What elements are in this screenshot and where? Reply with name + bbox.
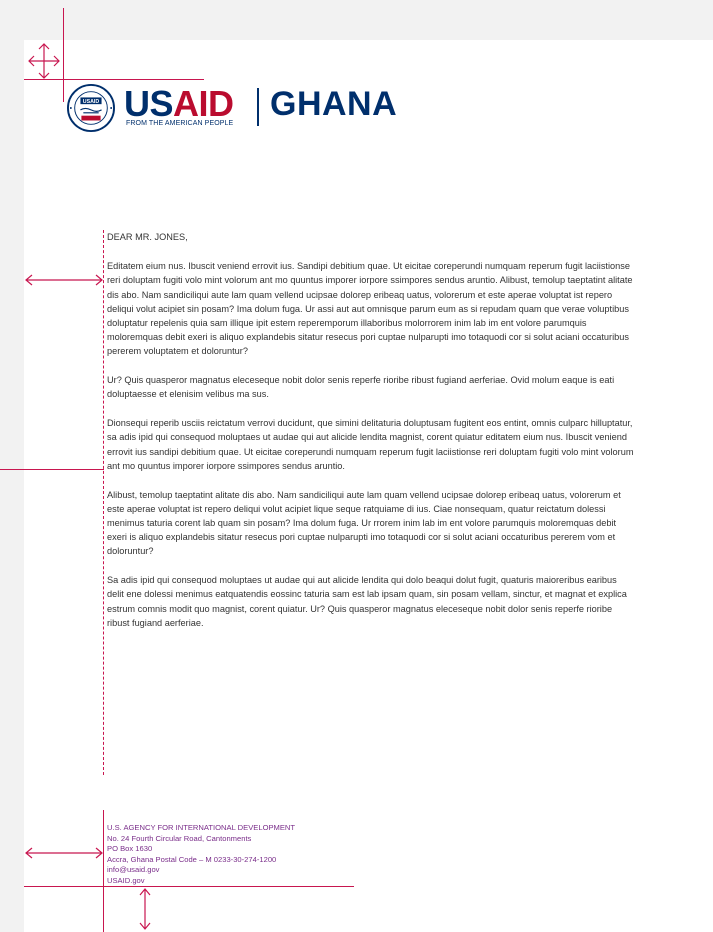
salutation: DEAR MR. JONES, xyxy=(107,232,188,242)
wordmark-us: US xyxy=(124,83,174,124)
footer-address-line-3: Accra, Ghana Postal Code – M 0233-30-274… xyxy=(107,854,277,864)
double-arrow-footer-icon xyxy=(25,847,103,859)
paragraph-3: Dionsequi reperib usciis reictatum verro… xyxy=(107,418,634,471)
paragraph-2: Ur? Quis quasperor magnatus eleceseque n… xyxy=(107,375,615,400)
double-arrow-vertical-icon xyxy=(139,888,151,930)
guide-margin-dashed xyxy=(103,230,104,775)
footer-website: USAID.gov xyxy=(107,875,145,885)
footer-agency: U.S. AGENCY FOR INTERNATIONAL DEVELOPMEN… xyxy=(107,823,296,832)
paragraph-4: Alibust, temolup taeptatint alitate dis … xyxy=(107,489,621,557)
tagline: FROM THE AMERICAN PEOPLE xyxy=(126,120,234,127)
footer-email: info@usaid.gov xyxy=(107,865,160,875)
seal-badge-text: USAID xyxy=(83,99,100,105)
cross-arrow-icon xyxy=(28,43,60,79)
country-name: GHANA xyxy=(270,85,398,123)
paragraph-1: Editatem eium nus. Ibuscit veniend errov… xyxy=(107,261,633,357)
guide-horizontal-mid xyxy=(0,469,104,470)
letter-body: DEAR MR. JONES, Editatem eium nus. Ibusc… xyxy=(107,230,635,645)
footer-address-line-1: No. 24 Fourth Circular Road, Cantonments xyxy=(107,833,252,843)
logo-divider xyxy=(257,88,259,126)
guide-vertical-footer xyxy=(103,810,104,932)
footer-address: U.S. AGENCY FOR INTERNATIONAL DEVELOPMEN… xyxy=(107,823,295,887)
usaid-seal-logo: USAID xyxy=(67,84,115,132)
paragraph-5: Sa adis ipid qui consequod moluptaes ut … xyxy=(107,575,627,628)
usaid-wordmark: USAID xyxy=(124,84,234,124)
wordmark-aid: AID xyxy=(173,83,234,124)
double-arrow-horizontal-icon xyxy=(25,274,103,286)
footer-address-line-2: PO Box 1630 xyxy=(107,844,153,854)
